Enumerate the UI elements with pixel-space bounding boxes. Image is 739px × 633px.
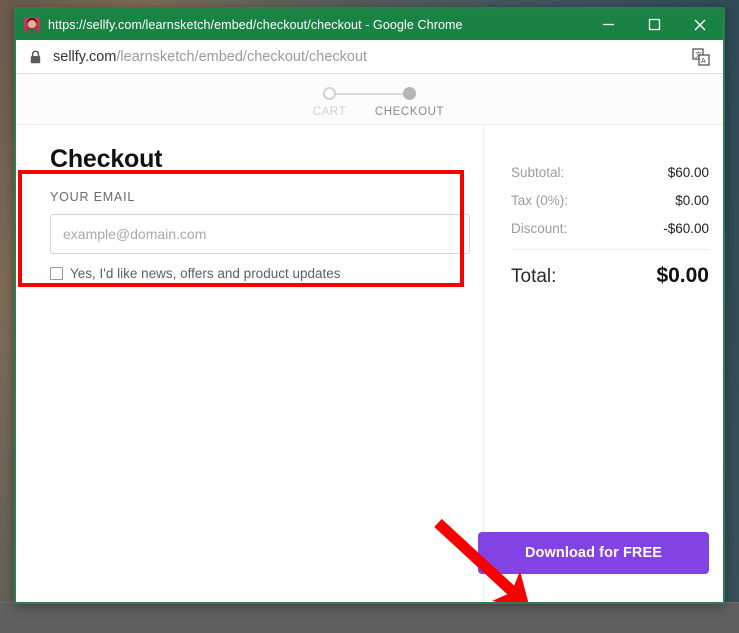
taskbar-divider bbox=[693, 603, 694, 633]
summary-row-total: Total: $0.00 bbox=[511, 264, 709, 288]
page-title: Checkout bbox=[50, 145, 163, 173]
newsletter-label: Yes, I'd like news, offers and product u… bbox=[70, 266, 341, 281]
url-host: sellfy.com bbox=[53, 48, 117, 65]
close-button[interactable] bbox=[677, 9, 723, 40]
summary-label: Discount: bbox=[511, 221, 568, 236]
summary-value: -$60.00 bbox=[663, 221, 709, 236]
step-cart-dot bbox=[323, 86, 336, 100]
summary-row-subtotal: Subtotal: $60.00 bbox=[511, 165, 709, 180]
address-bar[interactable]: sellfy.com/learnsketch/embed/checkout/ch… bbox=[16, 40, 723, 74]
checkout-form-column: Checkout YOUR EMAIL Yes, I'd like news, … bbox=[16, 125, 483, 602]
taskbar-divider bbox=[159, 603, 160, 633]
summary-value: $60.00 bbox=[667, 165, 709, 180]
checkout-progress-bar: CART CHECKOUT bbox=[16, 74, 723, 125]
summary-label: Subtotal: bbox=[511, 165, 565, 180]
order-summary-column: Subtotal: $60.00 Tax (0%): $0.00 Discoun… bbox=[478, 125, 723, 602]
summary-row-discount: Discount: -$60.00 bbox=[511, 221, 709, 236]
summary-value: $0.00 bbox=[675, 193, 709, 208]
svg-text:A: A bbox=[701, 58, 706, 65]
checkout-layout: Checkout YOUR EMAIL Yes, I'd like news, … bbox=[16, 125, 723, 602]
browser-titlebar[interactable]: https://sellfy.com/learnsketch/embed/che… bbox=[16, 9, 723, 40]
lock-icon bbox=[30, 50, 41, 64]
email-input[interactable] bbox=[50, 214, 470, 254]
newsletter-checkbox[interactable] bbox=[50, 267, 63, 280]
download-for-free-button[interactable]: Download for FREE bbox=[478, 532, 709, 574]
maximize-button[interactable] bbox=[631, 9, 677, 40]
url-text[interactable]: sellfy.com/learnsketch/embed/checkout/ch… bbox=[53, 49, 691, 65]
minimize-button[interactable] bbox=[585, 9, 631, 40]
taskbar-item[interactable] bbox=[332, 603, 356, 633]
step-indicator: CART CHECKOUT bbox=[290, 86, 450, 118]
page-content: CART CHECKOUT Checkout YOUR EMAIL Yes, I… bbox=[16, 74, 723, 602]
step-cart-label: CART bbox=[312, 105, 347, 118]
summary-label: Tax (0%): bbox=[511, 193, 569, 208]
summary-divider bbox=[511, 249, 709, 250]
summary-row-tax: Tax (0%): $0.00 bbox=[511, 193, 709, 208]
sellfy-avatar-favicon-icon bbox=[24, 16, 40, 33]
translate-icon[interactable]: 文 A bbox=[691, 47, 711, 67]
step-cart[interactable]: CART bbox=[290, 86, 370, 118]
url-path: /learnsketch/embed/checkout/checkout bbox=[116, 48, 368, 65]
step-checkout-label: CHECKOUT bbox=[374, 105, 445, 118]
step-checkout[interactable]: CHECKOUT bbox=[370, 86, 450, 118]
email-field-label: YOUR EMAIL bbox=[50, 190, 136, 204]
taskbar-divider bbox=[730, 603, 731, 633]
taskbar-divider bbox=[117, 603, 118, 633]
window-title: https://sellfy.com/learnsketch/embed/che… bbox=[48, 17, 463, 32]
browser-window: https://sellfy.com/learnsketch/embed/che… bbox=[14, 7, 725, 604]
total-value: $0.00 bbox=[656, 264, 709, 287]
your-email-section: YOUR EMAIL Yes, I'd like news, offers an… bbox=[50, 190, 470, 281]
newsletter-optin-row[interactable]: Yes, I'd like news, offers and product u… bbox=[50, 266, 470, 281]
total-label: Total: bbox=[511, 266, 557, 287]
step-checkout-dot bbox=[403, 86, 416, 100]
